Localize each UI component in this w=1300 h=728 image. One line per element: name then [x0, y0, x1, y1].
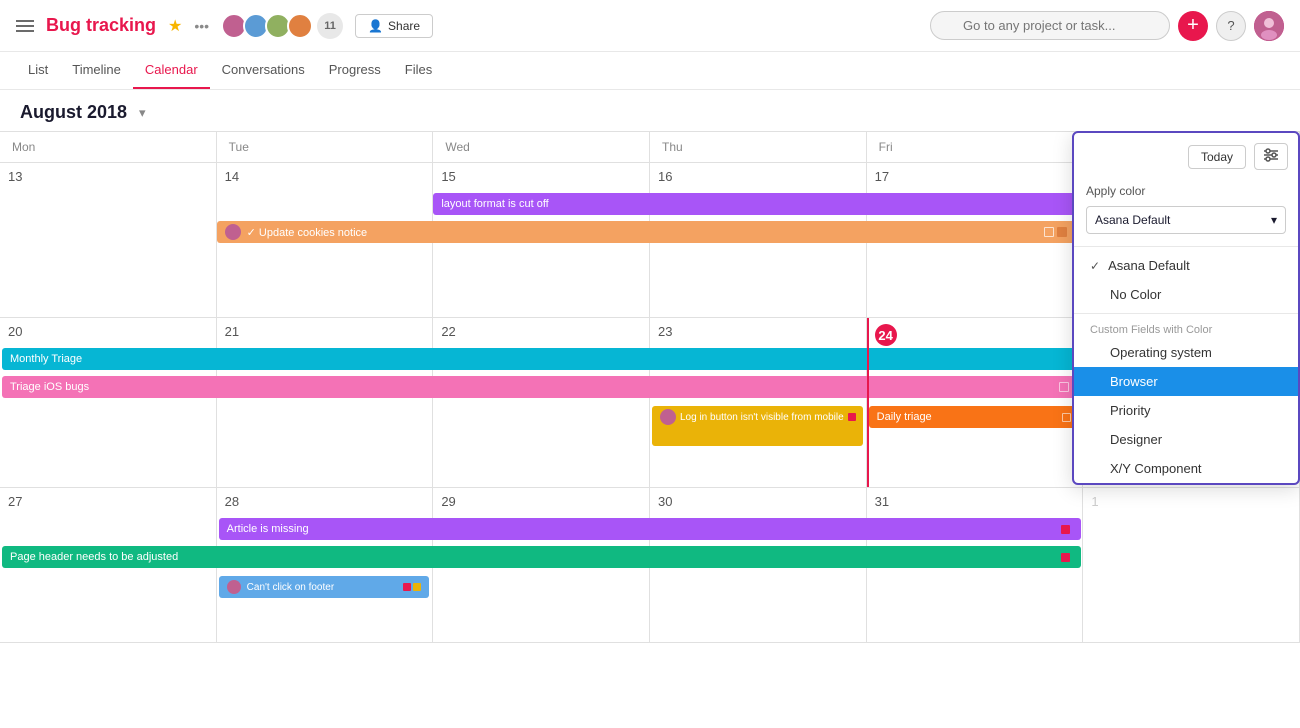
today-button[interactable]: Today [1188, 145, 1246, 169]
event-color-box [1057, 227, 1067, 237]
day-cell-next1: 1 [1083, 488, 1300, 642]
today-indicator [867, 318, 869, 487]
nav-list[interactable]: List [16, 52, 60, 89]
event-avatar-small [660, 409, 676, 425]
month-dropdown-icon[interactable]: ▾ [139, 105, 146, 121]
user-avatar[interactable] [1254, 11, 1284, 41]
event-checkbox-dt [1062, 413, 1071, 422]
app-header: Bug tracking ★ ••• 11 👤 Share 🔍 + ? [0, 0, 1300, 52]
event-end-controls [1044, 227, 1067, 237]
month-title: August 2018 [20, 102, 127, 123]
color-picker-panel: Today Apply color Asana Default [1072, 131, 1300, 485]
search-input[interactable] [930, 11, 1170, 40]
apply-color-label: Apply color [1074, 176, 1298, 202]
add-button[interactable]: + [1178, 11, 1208, 41]
event-article-missing[interactable]: Article is missing [219, 518, 1082, 540]
nav-timeline[interactable]: Timeline [60, 52, 133, 89]
day-header-tue: Tue [217, 132, 434, 163]
divider2 [1074, 313, 1298, 314]
event-triage-ios[interactable]: Triage iOS bugs [2, 376, 1081, 398]
nav-progress[interactable]: Progress [317, 52, 393, 89]
dropdown-item-xy-component[interactable]: X/Y Component [1074, 454, 1298, 483]
day-header-mon: Mon [0, 132, 217, 163]
avatar [287, 13, 313, 39]
dropdown-menu: ✓ Asana Default No Color Custom Fields w… [1074, 251, 1298, 483]
event-update-cookies[interactable]: ✓ Update cookies notice [217, 221, 1080, 243]
nav-calendar[interactable]: Calendar [133, 52, 210, 89]
day-cell-20: 20 [0, 318, 217, 487]
chevron-down-icon: ▾ [1271, 213, 1277, 227]
dropdown-item-asana-default[interactable]: ✓ Asana Default [1074, 251, 1298, 280]
event-colored-boxes [403, 583, 421, 591]
sidebar-top: Today [1074, 133, 1298, 176]
calendar-container: Mon Tue Wed Thu Fri 13 14 15 16 17 9 lay… [0, 131, 1300, 722]
dropdown-item-designer[interactable]: Designer [1074, 425, 1298, 454]
event-login-button[interactable]: Log in button isn't visible from mobile [652, 406, 863, 446]
day-cell-13: 13 [0, 163, 217, 317]
divider [1074, 246, 1298, 247]
color-select-row: Asana Default ▾ [1074, 202, 1298, 242]
event-avatar-footer [227, 580, 241, 594]
dropdown-item-operating-system[interactable]: Operating system [1074, 338, 1298, 367]
share-icon: 👤 [368, 19, 383, 33]
project-title: Bug tracking [46, 15, 156, 36]
day-header-thu: Thu [650, 132, 867, 163]
dropdown-item-browser[interactable]: Browser [1074, 367, 1298, 396]
event-avatar [225, 224, 241, 240]
nav-files[interactable]: Files [393, 52, 444, 89]
day-header-fri: Fri [867, 132, 1084, 163]
color-select-dropdown[interactable]: Asana Default ▾ [1086, 206, 1286, 234]
hamburger-menu[interactable] [16, 20, 34, 32]
day-cell-22: 22 [433, 318, 650, 487]
nav-bar: List Timeline Calendar Conversations Pro… [0, 52, 1300, 90]
event-red-box [848, 413, 856, 421]
dropdown-item-no-color[interactable]: No Color [1074, 280, 1298, 309]
day-cell-23: 23 [650, 318, 867, 487]
event-red-end-box2 [1061, 553, 1070, 562]
main-area: August 2018 ▾ Mon Tue Wed Thu Fri 13 14 … [0, 90, 1300, 722]
avatar-group: 11 [221, 13, 343, 39]
more-icon[interactable]: ••• [194, 18, 209, 34]
event-page-header[interactable]: Page header needs to be adjusted [2, 546, 1081, 568]
filter-button[interactable] [1254, 143, 1288, 170]
event-cant-click-footer[interactable]: Can't click on footer [219, 576, 430, 598]
day-cell-21: 21 [217, 318, 434, 487]
event-end-box [1059, 382, 1069, 392]
check-icon: ✓ [1090, 259, 1100, 273]
event-daily-triage[interactable]: Daily triage [869, 406, 1080, 428]
event-red-end-box [1061, 525, 1070, 534]
dropdown-item-priority[interactable]: Priority [1074, 396, 1298, 425]
event-checkbox-1 [1044, 227, 1054, 237]
search-wrapper: 🔍 [930, 11, 1170, 40]
dropdown-section-custom-fields: Custom Fields with Color [1074, 318, 1298, 338]
search-bar: 🔍 + ? [930, 11, 1284, 41]
help-button[interactable]: ? [1216, 11, 1246, 41]
nav-conversations[interactable]: Conversations [210, 52, 317, 89]
star-icon[interactable]: ★ [168, 16, 182, 36]
day-cell-24: 24 [867, 318, 1084, 487]
page-header: August 2018 ▾ [0, 90, 1300, 131]
share-button[interactable]: 👤 Share [355, 14, 433, 38]
day-header-wed: Wed [433, 132, 650, 163]
week-row-3: 27 28 29 30 31 1 Article is missing Page… [0, 488, 1300, 643]
avatar-count: 11 [317, 13, 343, 39]
